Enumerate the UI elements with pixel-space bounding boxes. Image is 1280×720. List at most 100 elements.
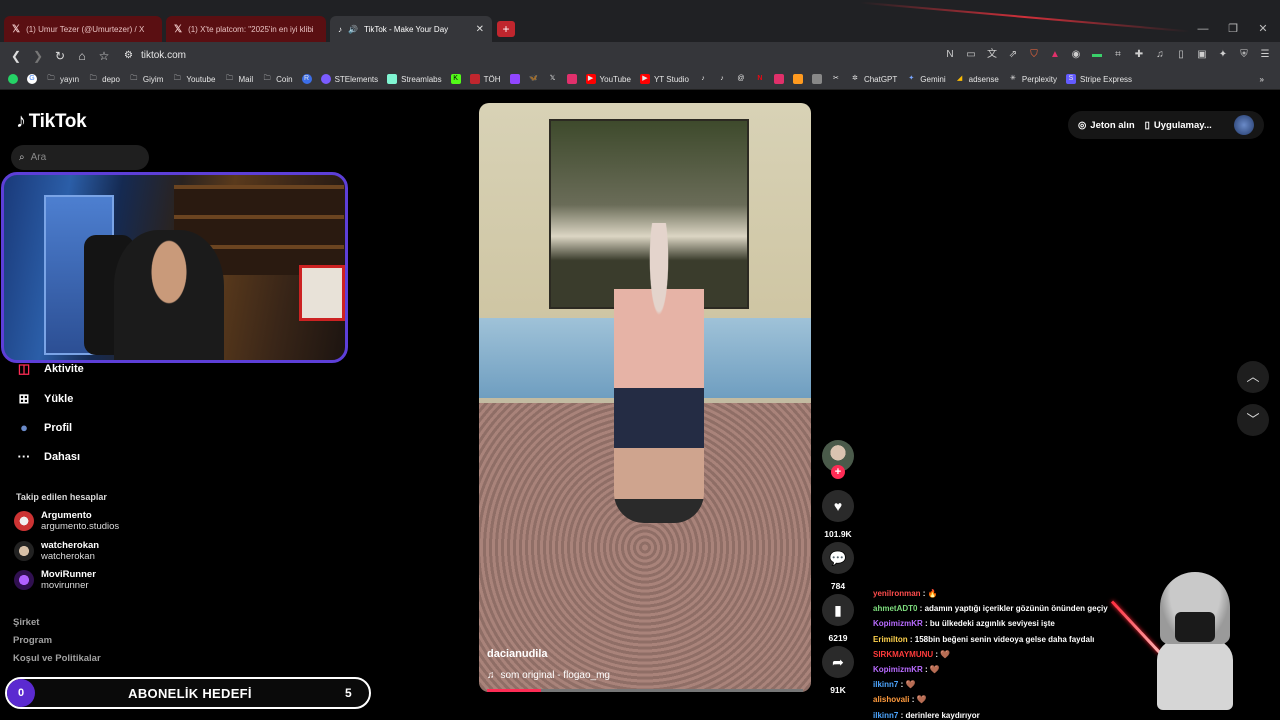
bookmark-app[interactable] <box>811 74 822 84</box>
address-bar[interactable]: ⚙ tiktok.com <box>124 50 186 61</box>
video-progress-bar[interactable] <box>487 689 803 692</box>
bookmark-x[interactable]: 𝕏 <box>548 74 558 84</box>
like-button[interactable]: ♥ 101.9K <box>822 490 854 539</box>
bookmark-streamlabs[interactable]: Streamlabs <box>387 74 442 84</box>
wallet-icon[interactable]: ▣ <box>1195 48 1209 62</box>
vpn-icon[interactable]: ⛨ <box>1237 48 1251 62</box>
maximize-icon[interactable]: ❐ <box>1218 16 1248 42</box>
sidebar-item-more[interactable]: ··· Dahası <box>16 449 81 464</box>
comment-button[interactable]: 💬 784 <box>822 542 854 591</box>
bookmark-netflix[interactable]: N <box>755 74 765 84</box>
bookmark-folder[interactable]: 🗀 depo <box>88 74 120 84</box>
sidebar-item-activity[interactable]: ◫ Aktivite <box>16 361 84 377</box>
more-bookmarks-icon[interactable]: » <box>1260 75 1264 84</box>
leo-icon[interactable]: ✦ <box>1216 48 1230 62</box>
extension-icon[interactable]: ⌗ <box>1111 48 1125 62</box>
reload-icon[interactable]: ↻ <box>50 49 70 63</box>
bookmark-google[interactable]: G <box>27 74 37 84</box>
bookmark-folder[interactable]: 🗀 Youtube <box>172 74 216 84</box>
bookmark-toh[interactable]: TÖH <box>469 74 501 84</box>
bookmark-app[interactable]: ✂ <box>831 74 841 84</box>
sidebar-item-upload[interactable]: ⊞ Yükle <box>16 391 74 407</box>
following-account-argumento[interactable]: Argumento argumento.studios <box>14 510 119 532</box>
video-author[interactable]: dacianudila <box>487 648 548 660</box>
footer-link-program[interactable]: Program <box>13 635 52 646</box>
chat-text: : 🤎 <box>909 695 927 705</box>
extension-icon[interactable]: ◉ <box>1069 48 1083 62</box>
menu-icon[interactable]: ☰ <box>1258 48 1272 62</box>
bookmark-folder[interactable]: 🗀 yayın <box>46 74 80 84</box>
back-icon[interactable]: ❮ <box>6 49 26 63</box>
bookmark-star-icon[interactable]: ☆ <box>94 49 114 63</box>
translate-icon[interactable]: 文 <box>985 48 999 62</box>
sidebar-item-profile[interactable]: ● Profil <box>16 420 72 435</box>
brave-shield-icon[interactable]: ⛉ <box>1027 48 1041 62</box>
site-info-icon[interactable]: ⚙ <box>124 50 133 61</box>
bookmark-tiktok-studio[interactable]: ♪ <box>717 74 727 84</box>
extension-icon[interactable]: ▬ <box>1090 48 1104 62</box>
bookmark-threads[interactable]: @ <box>736 74 746 84</box>
get-coins-button[interactable]: ◎ Jeton alın <box>1078 120 1135 131</box>
bookmark-stripe[interactable]: S Stripe Express <box>1066 74 1132 84</box>
bookmark-gemini[interactable]: ✦ Gemini <box>906 74 945 84</box>
bookmark-r[interactable]: R <box>301 74 312 84</box>
chat-message: ahmetADT0 : adamın yaptığı içerikler göz… <box>873 601 1123 616</box>
get-app-button[interactable]: ▯ Uygulamay... <box>1145 120 1212 131</box>
follow-plus-icon[interactable]: + <box>831 465 845 479</box>
profile-avatar[interactable] <box>1234 115 1254 135</box>
search-input[interactable]: ⌕ Ara <box>11 145 149 170</box>
bookmark-youtube[interactable]: ▶ YouTube <box>585 74 631 84</box>
forward-icon[interactable]: ❯ <box>28 49 48 63</box>
minimize-icon[interactable]: — <box>1188 16 1218 42</box>
tiktok-note-icon: ♪ <box>16 110 26 132</box>
url-text[interactable]: tiktok.com <box>141 50 186 61</box>
save-button[interactable]: ▮ 6219 <box>822 594 854 643</box>
bookmark-kick[interactable]: K <box>450 74 461 84</box>
bookmark-perplexity[interactable]: ✳ Perplexity <box>1008 74 1057 84</box>
bookmark-bluesky[interactable]: 🦋 <box>529 74 539 84</box>
chat-text: : 🤎 <box>922 665 940 675</box>
tab-x-umurtezer[interactable]: 𝕏 (1) Umur Tezer (@Umurtezer) / X <box>4 16 162 42</box>
bookmark-stelements[interactable]: STElements <box>320 74 378 84</box>
tab-close-icon[interactable]: ✕ <box>476 24 484 35</box>
share-icon[interactable]: ⇗ <box>1006 48 1020 62</box>
tab-x-platcom[interactable]: 𝕏 (1) X'te platcom: "2025'in en iyi klib… <box>166 16 326 42</box>
bookmark-chatgpt[interactable]: ✲ ChatGPT <box>850 74 897 84</box>
rewards-icon[interactable]: ▲ <box>1048 48 1062 62</box>
gemini-icon: ✦ <box>908 75 915 82</box>
following-account-watcherokan[interactable]: watcherokan watcherokan <box>14 540 99 562</box>
home-icon[interactable]: ⌂ <box>72 49 92 63</box>
yt-studio-icon: ▶ <box>639 74 650 84</box>
share-button[interactable]: ➦ 91K <box>822 646 854 695</box>
next-video-button[interactable]: ﹀ <box>1237 404 1269 436</box>
bookmark-folder[interactable]: 🗀 Giyim <box>129 74 163 84</box>
previous-video-button[interactable]: ︿ <box>1237 361 1269 393</box>
cast-icon[interactable]: ▭ <box>964 48 978 62</box>
phone-icon: ▯ <box>1144 119 1150 131</box>
bookmark-whatsapp[interactable] <box>8 74 18 84</box>
puzzle-icon[interactable]: ✚ <box>1132 48 1146 62</box>
following-account-movirunner[interactable]: MoviRunner movirunner <box>14 569 96 591</box>
close-window-icon[interactable]: ✕ <box>1248 16 1278 42</box>
footer-link-terms[interactable]: Koşul ve Politikalar <box>13 653 101 664</box>
new-tab-button[interactable]: + <box>497 21 515 37</box>
bookmark-folder[interactable]: 🗀 Coin <box>262 74 293 84</box>
sidebar-icon[interactable]: ▯ <box>1174 48 1188 62</box>
extension-icon[interactable]: N <box>943 48 957 62</box>
bookmark-label: TÖH <box>483 74 501 84</box>
bookmark-yt-studio[interactable]: ▶ YT Studio <box>639 74 689 84</box>
bookmark-twitch[interactable] <box>509 74 520 84</box>
tab-tiktok[interactable]: ♪ 🔊 TikTok - Make Your Day ✕ <box>330 16 492 42</box>
bookmark-adsense[interactable]: ◢ adsense <box>955 74 999 84</box>
bookmark-app[interactable] <box>773 74 784 84</box>
media-icon[interactable]: ♫ <box>1153 48 1167 62</box>
bookmark-folder[interactable]: 🗀 Mail <box>224 74 253 84</box>
video-music[interactable]: ♫ som original - flogao_mg <box>487 670 610 681</box>
footer-link-company[interactable]: Şirket <box>13 617 39 628</box>
bookmark-instagram[interactable] <box>566 74 577 84</box>
bookmark-app[interactable] <box>792 74 803 84</box>
bookmark-tiktok[interactable]: ♪ <box>698 74 708 84</box>
chatgpt-icon: ✲ <box>852 75 858 82</box>
video-player[interactable]: dacianudila ♫ som original - flogao_mg <box>479 103 811 692</box>
tiktok-logo[interactable]: ♪ TikTok <box>16 110 87 133</box>
